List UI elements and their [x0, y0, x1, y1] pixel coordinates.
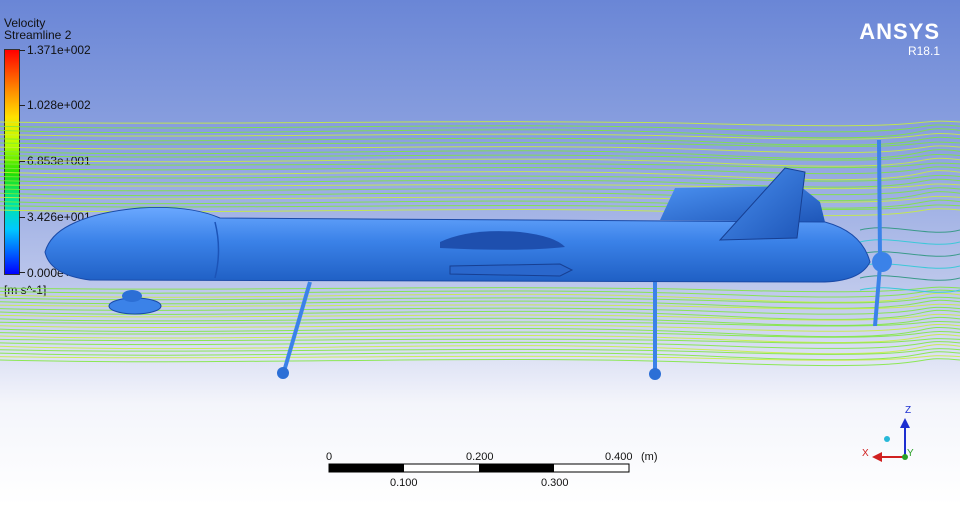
streamline — [0, 141, 960, 148]
streamline — [0, 120, 960, 127]
axis-triad[interactable] — [872, 418, 910, 462]
streamline — [0, 316, 960, 326]
scale-label-0200: 0.200 — [466, 451, 494, 463]
streamline — [0, 351, 960, 361]
spinner — [872, 252, 892, 272]
scale-unit: (m) — [641, 451, 658, 463]
scale-label-0300: 0.300 — [541, 477, 569, 489]
viewport-scene[interactable] — [0, 0, 960, 505]
triad-y-label: Y — [907, 448, 914, 459]
scale-label-0100: 0.100 — [390, 477, 418, 489]
streamline — [0, 170, 960, 181]
streamline — [0, 162, 960, 169]
rear-gear-wheel — [649, 368, 661, 380]
streamline-wake — [859, 275, 960, 281]
streamline — [0, 128, 960, 139]
camera-mount — [122, 290, 142, 302]
scale-bar — [328, 463, 630, 473]
scale-label-0400: 0.400 — [605, 451, 633, 463]
front-gear-wheel — [277, 367, 289, 379]
triad-z-label: Z — [905, 405, 912, 416]
triad-x-label: X — [862, 448, 869, 459]
streamline — [0, 149, 960, 160]
streamline-wake — [859, 239, 960, 245]
streamline — [0, 334, 960, 343]
front-gear-strut — [283, 281, 312, 369]
streamline-wake — [859, 227, 960, 233]
side-pod — [449, 263, 574, 277]
streamline — [0, 183, 960, 190]
scale-label-0: 0 — [326, 451, 333, 463]
